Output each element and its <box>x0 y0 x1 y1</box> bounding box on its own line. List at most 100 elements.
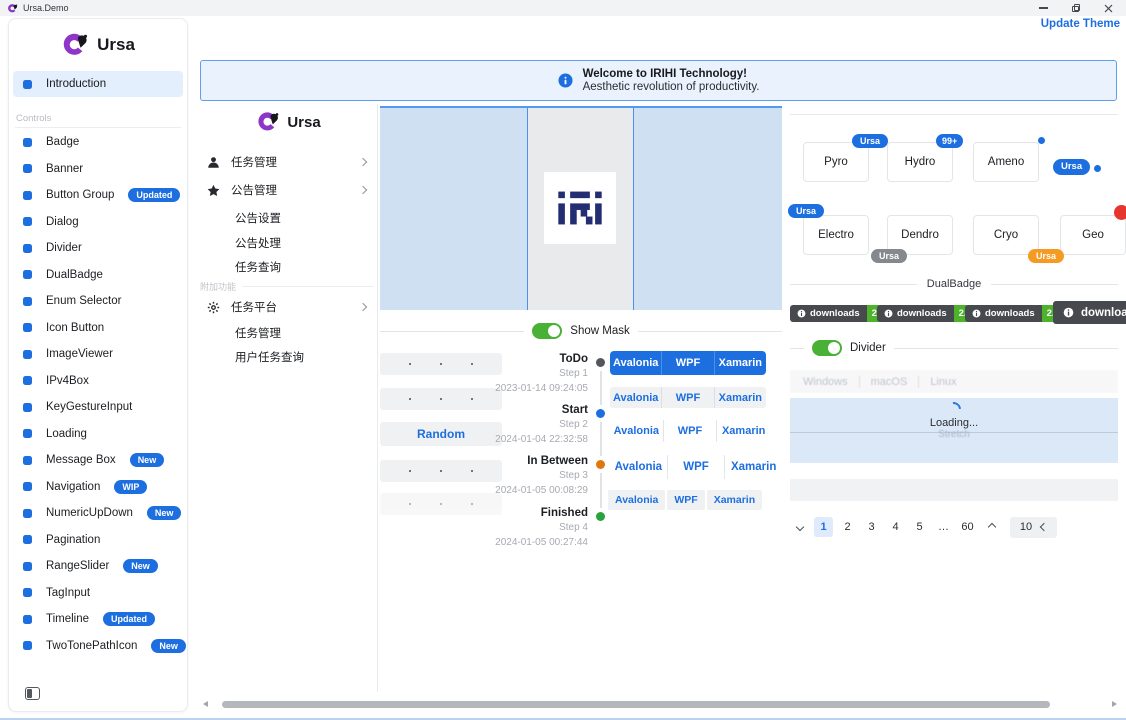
scroll-left-arrow-icon[interactable] <box>203 701 208 707</box>
page-button-3[interactable]: 3 <box>862 517 881 537</box>
sidebar-item-badge[interactable]: Badge <box>13 129 185 156</box>
xamarin-button[interactable]: Xamarin <box>714 351 766 375</box>
sidebar-item-numericupdown[interactable]: NumericUpDownNew <box>13 500 185 527</box>
scroll-right-arrow-icon[interactable] <box>1112 701 1117 707</box>
menu-item-task-management[interactable]: 任务管理 <box>200 321 376 345</box>
update-theme-button[interactable]: Update Theme <box>1041 18 1120 30</box>
image-viewer[interactable] <box>380 106 782 310</box>
bullet-icon <box>23 297 32 306</box>
sidebar-item-message-box[interactable]: Message BoxNew <box>13 447 185 474</box>
ipv4-separator <box>471 363 474 366</box>
sidebar-item-navigation[interactable]: Navigation WIP <box>13 474 185 501</box>
show-mask-toggle[interactable] <box>532 323 562 339</box>
minimize-icon[interactable] <box>1039 7 1048 8</box>
sidebar-item-dualbadge[interactable]: DualBadge <box>13 262 185 289</box>
sidebar-item-banner[interactable]: Banner <box>13 156 185 183</box>
bullet-icon <box>23 191 32 200</box>
avalonia-button[interactable]: Avalonia <box>610 420 663 442</box>
menu-group-task-management[interactable]: 任务管理 <box>200 150 376 174</box>
sidebar-item-enum-selector[interactable]: Enum Selector <box>13 288 185 315</box>
bullet-icon <box>23 403 32 412</box>
pagination: 1 2 3 4 5 … 60 10 <box>790 516 1122 538</box>
menu-item-announcement-processing[interactable]: 公告处理 <box>200 231 376 255</box>
menu-group-announcement-management[interactable]: 公告管理 <box>200 178 376 202</box>
window-title: Ursa.Demo <box>23 3 69 13</box>
sidebar-item-button-group[interactable]: Button GroupUpdated <box>13 182 185 209</box>
page-button-2[interactable]: 2 <box>838 517 857 537</box>
sidebar-item-dialog[interactable]: Dialog <box>13 209 185 236</box>
menu-item-announcement-settings[interactable]: 公告设置 <box>200 206 376 230</box>
xamarin-button[interactable]: Xamarin <box>714 387 766 408</box>
restore-icon[interactable] <box>1072 4 1080 12</box>
sidebar-item-pagination[interactable]: Pagination <box>13 527 185 554</box>
card-label: Dendro <box>901 229 939 241</box>
sidebar-item-imageviewer[interactable]: ImageViewer <box>13 341 185 368</box>
xamarin-button[interactable]: Xamarin <box>716 420 770 442</box>
wpf-button[interactable]: WPF <box>667 490 704 510</box>
status-badge: Updated <box>128 188 180 202</box>
wpf-button[interactable]: WPF <box>667 455 725 479</box>
sidebar-item-loading[interactable]: Loading <box>13 421 185 448</box>
next-page-button[interactable] <box>982 517 1001 537</box>
sidebar-item-label: Navigation <box>46 481 100 493</box>
bullet-icon <box>23 456 32 465</box>
sidebar-item-keygestureinput[interactable]: KeyGestureInput <box>13 394 185 421</box>
sidebar-item-taginput[interactable]: TagInput <box>13 580 185 607</box>
collapse-sidebar-icon[interactable] <box>25 687 40 700</box>
menu-item-task-query[interactable]: 任务查询 <box>200 255 376 279</box>
xamarin-button[interactable]: Xamarin <box>724 455 782 479</box>
sidebar-item-label: ImageViewer <box>46 348 113 360</box>
status-badge: WIP <box>114 480 147 494</box>
bullet-icon <box>23 535 32 544</box>
title-bar: Ursa.Demo <box>0 0 1126 16</box>
divider-toggle[interactable] <box>812 340 842 356</box>
ipv4-separator <box>440 470 443 473</box>
avalonia-button[interactable]: Avalonia <box>608 490 665 510</box>
page-button-1[interactable]: 1 <box>814 517 833 537</box>
sidebar-item-icon-button[interactable]: Icon Button <box>13 315 185 342</box>
welcome-banner: Welcome to IRIHI Technology! Aesthetic r… <box>200 60 1117 101</box>
wpf-button[interactable]: WPF <box>661 351 713 375</box>
wpf-button[interactable]: WPF <box>661 387 713 408</box>
menu-item-label: 用户任务查询 <box>235 349 304 365</box>
ursa-badge-gray: Ursa <box>871 249 907 263</box>
close-icon[interactable] <box>1104 4 1113 13</box>
bullet-icon <box>23 138 32 147</box>
page-button-4[interactable]: 4 <box>886 517 905 537</box>
button-group-tonal: Avalonia WPF Xamarin <box>610 387 766 408</box>
menu-section-extra: 附加功能 <box>200 279 376 293</box>
sidebar-item-ipv4box[interactable]: IPv4Box <box>13 368 185 395</box>
sidebar-item-introduction[interactable]: Introduction <box>13 71 183 97</box>
sidebar-item-divider[interactable]: Divider <box>13 235 185 262</box>
ipv4-separator <box>409 363 412 366</box>
avalonia-button[interactable]: Avalonia <box>610 455 667 479</box>
sidebar-item-label: IPv4Box <box>46 375 89 387</box>
page-button-60[interactable]: 60 <box>958 517 977 537</box>
timeline-step: Start Step 2 2024-01-04 22:32:58 <box>478 403 588 447</box>
menu-item-label: 任务管理 <box>231 154 277 170</box>
os-label-macos: macOS <box>871 376 908 388</box>
sidebar-item-timeline[interactable]: TimelineUpdated <box>13 606 185 633</box>
avalonia-button[interactable]: Avalonia <box>610 351 661 375</box>
info-icon <box>558 73 573 88</box>
status-badge: Updated <box>103 612 155 626</box>
wpf-button[interactable]: WPF <box>663 420 717 442</box>
menu-item-user-task-query[interactable]: 用户任务查询 <box>200 345 376 369</box>
sidebar-item-twotonepathicon[interactable]: TwoTonePathIconNew <box>13 633 185 660</box>
timeline-title: Start <box>478 403 588 417</box>
badge-card-electro: Electro <box>803 215 869 255</box>
card-label: Hydro <box>905 156 936 168</box>
horizontal-scrollbar-thumb[interactable] <box>222 701 1050 708</box>
viewer-image <box>544 172 616 244</box>
menu-logo: Ursa <box>200 110 377 134</box>
previous-page-button[interactable] <box>790 517 809 537</box>
xamarin-button[interactable]: Xamarin <box>707 490 762 510</box>
divider <box>894 348 1118 349</box>
sidebar-item-rangeslider[interactable]: RangeSliderNew <box>13 553 185 580</box>
avalonia-button[interactable]: Avalonia <box>610 387 661 408</box>
page-button-5[interactable]: 5 <box>910 517 929 537</box>
dual-badge-large: downloads 2.4k <box>1053 301 1126 324</box>
menu-group-task-platform[interactable]: 任务平台 <box>200 295 376 319</box>
page-size-select[interactable]: 10 <box>1010 517 1057 538</box>
card-label: Geo <box>1082 229 1104 241</box>
